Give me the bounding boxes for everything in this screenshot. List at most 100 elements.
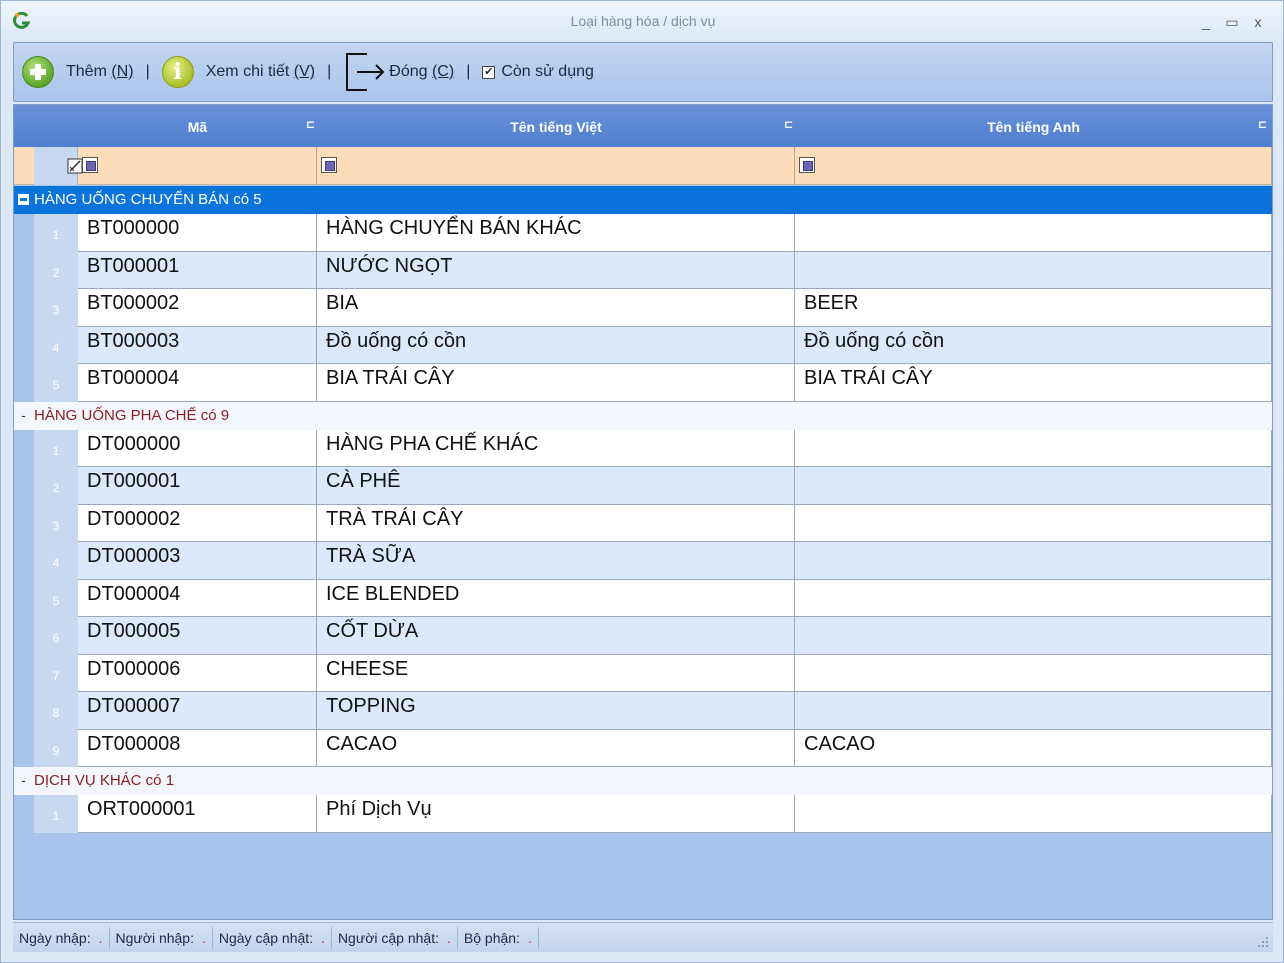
row-number[interactable]: 8 [34,692,78,730]
add-button[interactable]: Thêm (N) [22,56,134,88]
close-window-button[interactable]: x [1249,13,1267,31]
row-number[interactable]: 2 [34,251,78,289]
cell-en[interactable] [795,579,1272,617]
collapse-icon[interactable]: - [18,773,29,787]
cell-vi[interactable]: Phí Dịch Vụ [317,795,795,833]
minimize-button[interactable]: _ [1197,13,1215,31]
group-row[interactable]: - HÀNG UỐNG PHA CHẾ có 9 [14,401,1272,430]
filter-cell-en[interactable] [795,147,1272,185]
table-row[interactable]: 1 BT000000 HÀNG CHUYỂN BÁN KHÁC [14,214,1272,252]
cell-ma[interactable]: DT000008 [78,729,317,767]
row-number[interactable]: 4 [34,326,78,364]
row-number[interactable]: 1 [34,214,78,252]
cell-vi[interactable]: CHEESE [317,654,795,692]
cell-ma[interactable]: BT000000 [78,214,317,252]
cell-ma[interactable]: DT000005 [78,617,317,655]
table-row[interactable]: 8 DT000007 TOPPING [14,692,1272,730]
cell-ma[interactable]: DT000002 [78,504,317,542]
table-row[interactable]: 3 DT000002 TRÀ TRÁI CÂY [14,504,1272,542]
active-only-checkbox[interactable]: ✔ Còn sử dụng [482,63,594,81]
row-number[interactable]: 2 [34,467,78,505]
cell-en[interactable]: BIA TRÁI CÂY [795,364,1272,402]
filter-cell-vi[interactable] [317,147,795,185]
row-number[interactable]: 6 [34,617,78,655]
cell-en[interactable]: Đồ uống có cồn [795,326,1272,364]
view-detail-button[interactable]: i Xem chi tiết (V) [161,56,315,88]
cell-vi[interactable]: ICE BLENDED [317,579,795,617]
cell-en[interactable] [795,504,1272,542]
collapse-icon[interactable] [18,194,29,205]
cell-en[interactable] [795,654,1272,692]
cell-ma[interactable]: DT000007 [78,692,317,730]
status-item-ngay-nhap: Ngày nhập:. [13,926,110,949]
cell-en[interactable] [795,795,1272,833]
column-header-vi[interactable]: Tên tiếng Việt [317,105,795,147]
cell-en[interactable] [795,542,1272,580]
row-number[interactable]: 9 [34,729,78,767]
resize-grip-icon[interactable] [1257,936,1269,948]
cell-en[interactable]: CACAO [795,729,1272,767]
cell-en[interactable] [795,251,1272,289]
row-number[interactable]: 3 [34,289,78,327]
column-header-ma[interactable]: Mã [78,105,317,147]
cell-vi[interactable]: BIA [317,289,795,327]
cell-ma[interactable]: DT000003 [78,542,317,580]
filter-operator-icon[interactable] [799,157,815,173]
table-row[interactable]: 2 BT000001 NƯỚC NGỌT [14,251,1272,289]
cell-vi[interactable]: Đồ uống có cồn [317,326,795,364]
table-row[interactable]: 3 BT000002 BIA BEER [14,289,1272,327]
cell-ma[interactable]: BT000002 [78,289,317,327]
cell-ma[interactable]: BT000001 [78,251,317,289]
group-row[interactable]: HÀNG UỐNG CHUYỂN BÁN có 5 [14,186,1272,214]
cell-en[interactable] [795,467,1272,505]
cell-vi[interactable]: TOPPING [317,692,795,730]
cell-vi[interactable]: CỐT DỪA [317,617,795,655]
table-row[interactable]: 1 DT000000 HÀNG PHA CHẾ KHÁC [14,429,1272,467]
cell-vi[interactable]: TRÀ SỮA [317,542,795,580]
collapse-icon[interactable]: - [18,408,29,422]
maximize-button[interactable]: ▭ [1223,13,1241,31]
table-row[interactable]: 7 DT000006 CHEESE [14,654,1272,692]
row-number[interactable]: 5 [34,364,78,402]
row-number[interactable]: 7 [34,654,78,692]
cell-vi[interactable]: HÀNG CHUYỂN BÁN KHÁC [317,214,795,252]
table-row[interactable]: 5 DT000004 ICE BLENDED [14,579,1272,617]
pin-icon[interactable]: ⊏ [1258,119,1270,131]
cell-ma[interactable]: ORT000001 [78,795,317,833]
cell-ma[interactable]: DT000000 [78,429,317,467]
close-button[interactable]: Đóng (C) [343,50,454,94]
cell-vi[interactable]: BIA TRÁI CÂY [317,364,795,402]
cell-en[interactable]: BEER [795,289,1272,327]
table-row[interactable]: 2 DT000001 CÀ PHÊ [14,467,1272,505]
group-row[interactable]: - DỊCH VỤ KHÁC có 1 [14,767,1272,795]
cell-ma[interactable]: DT000001 [78,467,317,505]
filter-cell-ma[interactable] [78,147,317,185]
row-number[interactable]: 1 [34,795,78,833]
cell-ma[interactable]: BT000004 [78,364,317,402]
row-number[interactable]: 5 [34,579,78,617]
table-row[interactable]: 9 DT000008 CACAO CACAO [14,729,1272,767]
cell-ma[interactable]: DT000006 [78,654,317,692]
filter-operator-icon[interactable] [321,157,337,173]
cell-ma[interactable]: BT000003 [78,326,317,364]
cell-en[interactable] [795,692,1272,730]
cell-en[interactable] [795,617,1272,655]
row-number[interactable]: 4 [34,542,78,580]
cell-vi[interactable]: CÀ PHÊ [317,467,795,505]
cell-en[interactable] [795,429,1272,467]
row-number[interactable]: 1 [34,429,78,467]
cell-vi[interactable]: HÀNG PHA CHẾ KHÁC [317,429,795,467]
cell-ma[interactable]: DT000004 [78,579,317,617]
cell-vi[interactable]: TRÀ TRÁI CÂY [317,504,795,542]
row-number[interactable]: 3 [34,504,78,542]
filter-operator-icon[interactable] [82,157,98,173]
column-header-en[interactable]: Tên tiếng Anh [795,105,1272,147]
cell-vi[interactable]: NƯỚC NGỌT [317,251,795,289]
table-row[interactable]: 6 DT000005 CỐT DỪA [14,617,1272,655]
table-row[interactable]: 1 ORT000001 Phí Dịch Vụ [14,795,1272,833]
cell-vi[interactable]: CACAO [317,729,795,767]
table-row[interactable]: 4 BT000003 Đồ uống có cồn Đồ uống có cồn [14,326,1272,364]
table-row[interactable]: 4 DT000003 TRÀ SỮA [14,542,1272,580]
table-row[interactable]: 5 BT000004 BIA TRÁI CÂY BIA TRÁI CÂY [14,364,1272,402]
cell-en[interactable] [795,214,1272,252]
